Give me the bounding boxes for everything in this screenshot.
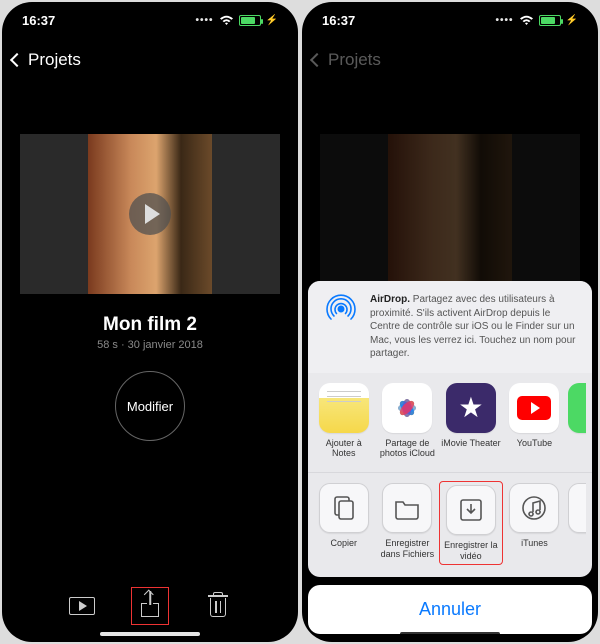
share-panel: AirDrop. Partagez avec des utilisateurs … [308,281,592,577]
cancel-button[interactable]: Annuler [308,585,592,634]
phone-left: 16:37 •••• ⚡ Projets Mon film 2 58 s · 3… [2,2,298,642]
action-copy[interactable]: Copier [314,483,374,563]
wifi-icon [519,15,534,26]
airdrop-icon [322,293,360,331]
share-apps-row[interactable]: Ajouter à Notes [308,373,592,473]
folder-icon [382,483,432,533]
more-app-icon [568,383,586,433]
airdrop-title: AirDrop. [370,294,410,305]
nav-back-label: Projets [28,50,81,70]
airdrop-text: AirDrop. Partagez avec des utilisateurs … [370,293,578,361]
video-thumbnail[interactable] [20,134,280,294]
action-save-video[interactable]: Enregistrer la vidéo [441,483,501,563]
share-icon [141,595,159,617]
share-app-imovie-theater[interactable]: ★ iMovie Theater [441,383,501,459]
play-icon [145,204,160,224]
share-app-more[interactable] [568,383,586,459]
battery-icon [539,15,561,26]
charging-icon: ⚡ [266,15,278,26]
trash-icon [209,595,227,617]
video-thumbnail-dimmed [320,134,580,294]
cancel-label: Annuler [419,599,481,619]
chevron-left-icon [310,53,324,67]
photos-icon [382,383,432,433]
project-title: Mon film 2 [2,314,298,336]
more-action-icon [568,483,586,533]
copy-icon [319,483,369,533]
play-rect-icon [69,597,95,615]
share-app-icloud-photos[interactable]: Partage de photos iCloud [378,383,438,459]
save-video-icon [446,485,496,535]
imovie-icon: ★ [446,383,496,433]
modify-label: Modifier [127,399,173,414]
play-button[interactable] [129,193,171,235]
share-app-notes[interactable]: Ajouter à Notes [314,383,374,459]
status-bar: 16:37 •••• ⚡ [302,2,598,38]
action-save-to-files[interactable]: Enregistrer dans Fichiers [378,483,438,563]
nav-back-label: Projets [328,50,381,70]
play-fullscreen-button[interactable] [68,592,96,620]
charging-icon: ⚡ [566,15,578,26]
battery-icon [239,15,261,26]
phone-right: 16:37 •••• ⚡ Projets [302,2,598,642]
action-itunes[interactable]: iTunes [505,483,565,563]
nav-back[interactable]: Projets [2,38,298,74]
modify-button[interactable]: Modifier [115,371,185,441]
airdrop-section[interactable]: AirDrop. Partagez avec des utilisateurs … [308,281,592,373]
status-time: 16:37 [22,13,55,28]
signal-dots-icon: •••• [196,15,214,26]
notes-icon [319,383,369,433]
status-bar: 16:37 •••• ⚡ [2,2,298,38]
wifi-icon [219,15,234,26]
action-more[interactable] [568,483,586,563]
delete-button[interactable] [204,592,232,620]
youtube-icon [509,383,559,433]
signal-dots-icon: •••• [496,15,514,26]
share-app-youtube[interactable]: YouTube [505,383,565,459]
itunes-icon [509,483,559,533]
home-indicator[interactable] [400,632,500,636]
nav-back[interactable]: Projets [302,38,598,74]
project-subtitle: 58 s · 30 janvier 2018 [2,339,298,351]
bottom-toolbar [2,592,298,620]
share-sheet: AirDrop. Partagez avec des utilisateurs … [308,281,592,634]
share-actions-row[interactable]: Copier Enregistrer dans Fichiers Enregis… [308,472,592,577]
share-button[interactable] [136,592,164,620]
home-indicator[interactable] [100,632,200,636]
status-time: 16:37 [322,13,355,28]
chevron-left-icon [10,53,24,67]
